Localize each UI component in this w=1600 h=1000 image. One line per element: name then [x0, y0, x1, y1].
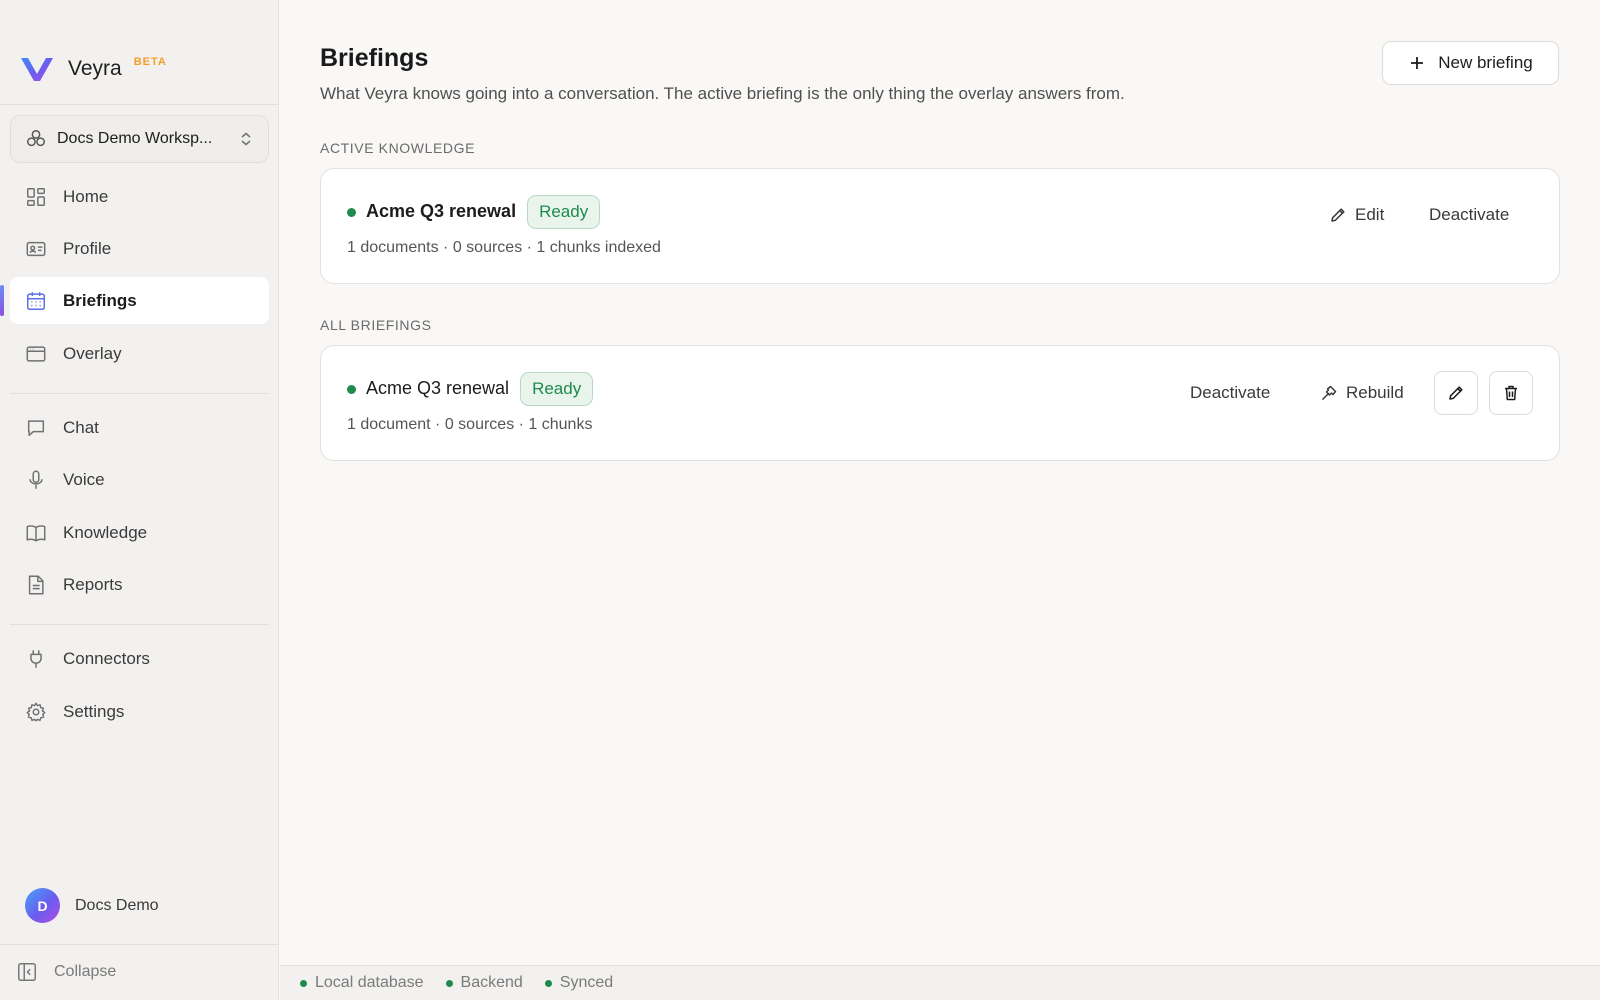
status-dot [445, 979, 453, 987]
gear-icon [26, 702, 46, 721]
trash-icon [1505, 385, 1517, 401]
window-icon [26, 345, 46, 362]
briefing-meta: 1 document · 0 sources · 1 chunks [347, 416, 593, 433]
chevron-up-down-icon [241, 132, 251, 146]
plus-icon [1411, 57, 1424, 69]
edit-button[interactable]: Edit [1329, 198, 1384, 232]
edit-label: Edit [1355, 205, 1385, 224]
collapse-button[interactable]: Collapse [16, 961, 116, 983]
briefing-card[interactable]: Acme Q3 renewal Ready 1 document · 0 sou… [320, 345, 1560, 461]
rebuild-label: Rebuild [1346, 383, 1404, 402]
deactivate-label: Deactivate [1190, 383, 1271, 402]
card-title-row: Acme Q3 renewal Ready [366, 371, 594, 406]
sidebar-item-label: Overlay [63, 343, 122, 363]
status-badge: Ready [527, 194, 601, 229]
brand[interactable]: Veyra BETA [20, 52, 167, 86]
sidebar-item-label: Reports [63, 574, 123, 594]
sidebar-item-label: Profile [63, 238, 112, 258]
status-dot [544, 979, 552, 987]
workspace-icon [27, 130, 45, 147]
workspace-name: Docs Demo Worksp... [57, 130, 213, 147]
sidebar-item-label: Home [63, 186, 109, 206]
status-dot [300, 979, 307, 987]
sidebar-item-overlay[interactable]: Overlay [10, 330, 269, 377]
rebuild-button[interactable]: Rebuild [1320, 376, 1404, 410]
status-label: Backend [460, 974, 523, 991]
sidebar-item-home[interactable]: Home [10, 173, 269, 220]
divider [0, 944, 279, 945]
divider [10, 393, 269, 394]
sidebar-item-label: Settings [63, 701, 125, 721]
deactivate-button[interactable]: Deactivate [1190, 376, 1270, 410]
status-label: Synced [559, 974, 614, 991]
sidebar-item-chat[interactable]: Chat [10, 404, 269, 451]
delete-briefing-button[interactable] [1489, 371, 1533, 415]
main-content: Briefings What Veyra knows going into a … [280, 0, 1600, 965]
hammer-icon [1321, 385, 1337, 401]
user-name: Docs Demo [75, 896, 159, 914]
sidebar-item-settings[interactable]: Settings [10, 688, 269, 735]
status-backend: Backend [445, 974, 523, 992]
collapse-label: Collapse [54, 963, 117, 980]
status-dot [347, 208, 356, 217]
status-synced: Synced [544, 974, 614, 992]
avatar: D [25, 888, 60, 923]
document-icon [28, 575, 44, 594]
sidebar-item-voice[interactable]: Voice [10, 456, 269, 503]
book-icon [26, 524, 46, 542]
deactivate-button[interactable]: Deactivate [1429, 198, 1509, 232]
sidebar-item-profile[interactable]: Profile [10, 225, 269, 272]
new-briefing-label: New briefing [1438, 53, 1533, 72]
new-briefing-button[interactable]: New briefing [1382, 41, 1559, 85]
card-title-row: Acme Q3 renewal Ready [366, 194, 601, 229]
edit-briefing-button[interactable] [1434, 371, 1478, 415]
workspace-switcher[interactable]: Docs Demo Worksp... [10, 115, 269, 163]
briefing-title: Acme Q3 renewal [366, 201, 517, 221]
sidebar-item-briefings[interactable]: Briefings [0, 277, 269, 324]
sidebar-item-reports[interactable]: Reports [10, 561, 269, 608]
calendar-icon [27, 291, 45, 310]
plug-icon [30, 649, 42, 668]
divider [0, 104, 279, 105]
briefing-meta: 1 documents · 0 sources · 1 chunks index… [347, 239, 661, 256]
status-dot [347, 385, 356, 394]
status-badge: Ready [520, 371, 594, 406]
microphone-icon [29, 470, 43, 489]
sidebar-item-knowledge[interactable]: Knowledge [10, 509, 269, 556]
active-briefing-card[interactable]: Acme Q3 renewal Ready 1 documents · 0 so… [320, 168, 1560, 284]
dashboard-icon [27, 187, 45, 206]
status-bar: Local database Backend Synced [280, 965, 1600, 1000]
sidebar-item-label: Voice [63, 469, 105, 489]
id-card-icon [26, 241, 46, 256]
sidebar-item-label: Connectors [63, 648, 150, 668]
sidebar-collapse-icon [18, 963, 36, 981]
user-profile[interactable]: D Docs Demo [25, 888, 159, 923]
status-label: Local database [315, 974, 424, 991]
chat-icon [27, 419, 45, 436]
beta-badge: BETA [133, 56, 167, 68]
app-name: Veyra [68, 57, 122, 80]
section-label-active: ACTIVE KNOWLEDGE [320, 140, 476, 156]
pencil-icon [1449, 386, 1463, 400]
sidebar-item-label: Chat [63, 417, 99, 437]
deactivate-label: Deactivate [1429, 205, 1510, 224]
page-title: Briefings [320, 44, 429, 72]
sidebar-item-connectors[interactable]: Connectors [10, 635, 269, 682]
briefing-title: Acme Q3 renewal [366, 378, 510, 398]
sidebar-item-label: Briefings [63, 290, 137, 310]
veyra-logo-icon [21, 58, 53, 81]
sidebar: Veyra BETA Docs Demo Worksp... Home Prof… [0, 0, 279, 1000]
divider [10, 624, 269, 625]
pencil-icon [1331, 208, 1345, 222]
page-subtitle: What Veyra knows going into a conversati… [320, 84, 1125, 103]
section-label-all: ALL BRIEFINGS [320, 317, 432, 333]
active-indicator [0, 285, 4, 316]
status-local-database: Local database [300, 974, 424, 992]
sidebar-item-label: Knowledge [63, 522, 148, 542]
